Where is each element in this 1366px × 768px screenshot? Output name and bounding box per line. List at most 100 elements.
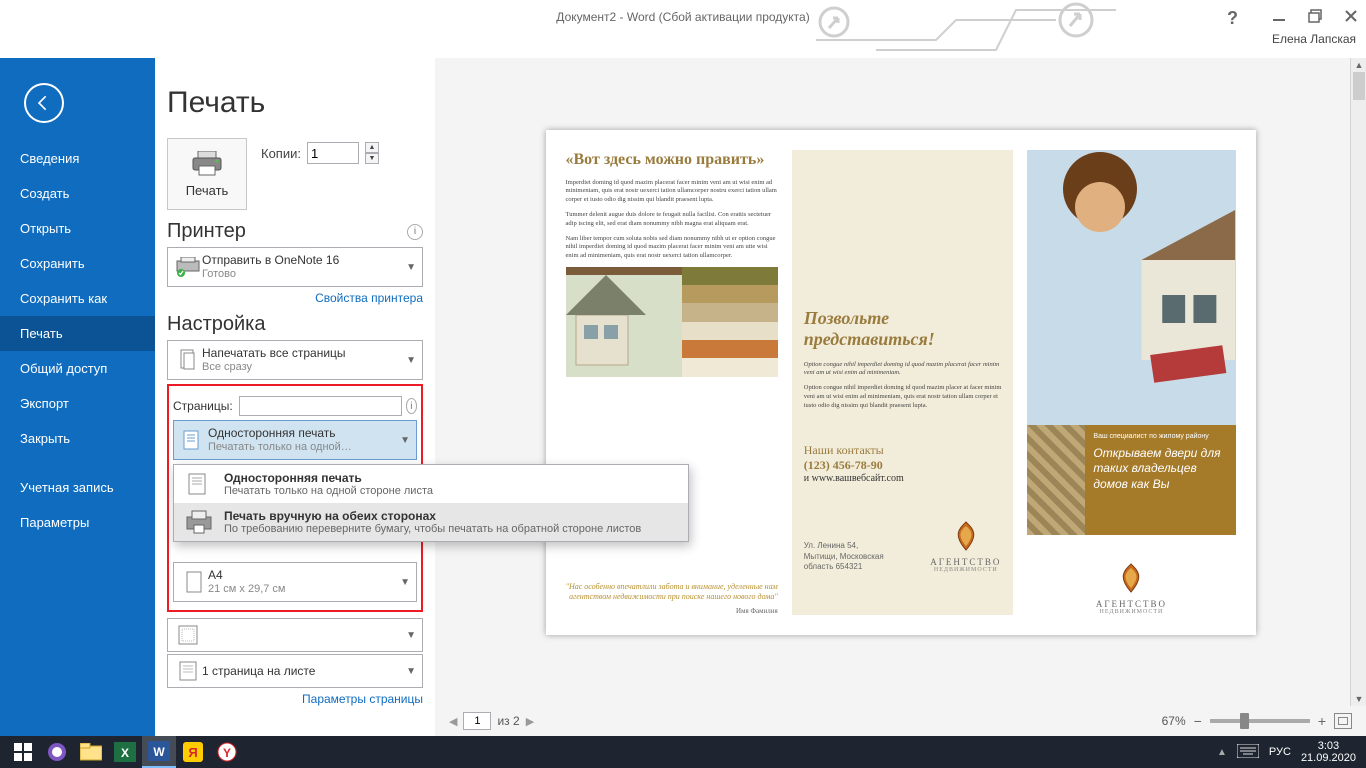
chevron-down-icon: ▼ — [406, 355, 416, 366]
copies-label: Копии: — [261, 146, 301, 161]
paper-l2: 21 см x 29,7 см — [208, 583, 396, 597]
page-number-input[interactable] — [463, 712, 491, 730]
print-scope-combo[interactable]: Напечатать все страницы Все сразу ▼ — [167, 340, 423, 380]
nav-new[interactable]: Создать — [0, 176, 155, 211]
printer-combo[interactable]: Отправить в OneNote 16 Готово ▼ — [167, 247, 423, 287]
zoom-out[interactable]: − — [1194, 713, 1202, 729]
svg-text:Y: Y — [223, 746, 231, 760]
title-bar: Документ2 - Word (Сбой активации продукт… — [0, 0, 1366, 58]
page-of-label: из 2 — [497, 714, 519, 728]
zoom-to-page[interactable] — [1334, 713, 1352, 729]
file-explorer-icon[interactable] — [74, 739, 108, 765]
nav-close[interactable]: Закрыть — [0, 421, 155, 456]
sides-l2: Печатать только на одной… — [208, 441, 396, 455]
yandex-icon[interactable]: Я — [176, 739, 210, 765]
manual-duplex-icon — [182, 509, 216, 535]
brand-lg: Открываем двери для таких владельцев дом… — [1093, 446, 1227, 493]
zoom-in[interactable]: + — [1318, 713, 1326, 729]
nav-save-as[interactable]: Сохранить как — [0, 281, 155, 316]
keyboard-icon[interactable] — [1237, 744, 1259, 761]
scroll-thumb[interactable] — [1353, 72, 1365, 100]
settings-section: Настройка — [167, 313, 265, 336]
opt2-l1: Печать вручную на обеих сторонах — [224, 509, 641, 523]
excel-icon[interactable]: X — [108, 739, 142, 765]
dropdown-option-single[interactable]: Односторонняя печать Печатать только на … — [174, 465, 688, 503]
printer-status: Готово — [202, 268, 402, 282]
pages-input[interactable] — [239, 396, 402, 416]
prev-page[interactable]: ◀ — [449, 715, 457, 728]
zoom-slider[interactable] — [1210, 719, 1310, 723]
chevron-down-icon: ▼ — [406, 262, 416, 273]
scroll-up[interactable]: ▲ — [1351, 58, 1366, 72]
start-button[interactable] — [6, 739, 40, 765]
opt2-l2: По требованию переверните бумагу, чтобы … — [224, 523, 641, 535]
phone: (123) 456-78-90 — [804, 458, 1002, 473]
nav-info[interactable]: Сведения — [0, 141, 155, 176]
copies-up[interactable]: ▲ — [365, 142, 379, 153]
opt1-l2: Печатать только на одной стороне листа — [224, 485, 433, 497]
margins-combo[interactable]: ▼ — [167, 618, 423, 652]
doc-heading-2: Позвольте представиться! — [804, 308, 1002, 351]
scroll-down[interactable]: ▼ — [1351, 692, 1366, 706]
close-button[interactable] — [1344, 9, 1358, 28]
doc-para: Nam liber tempor cum soluta nobis sed di… — [566, 235, 778, 261]
contacts-heading: Наши контакты — [804, 443, 1002, 458]
page-title: Печать — [167, 86, 423, 120]
printer-properties-link[interactable]: Свойства принтера — [167, 291, 423, 305]
persheet-label: 1 страница на листе — [202, 664, 402, 679]
minimize-button[interactable] — [1272, 9, 1286, 28]
ime-indicator[interactable]: РУС — [1269, 746, 1291, 758]
pages-info-icon[interactable]: i — [406, 398, 417, 414]
nav-share[interactable]: Общий доступ — [0, 351, 155, 386]
copies-input[interactable] — [307, 142, 359, 164]
vertical-scrollbar[interactable]: ▲ ▼ — [1350, 58, 1366, 706]
paper-size-combo[interactable]: A4 21 см x 29,7 см ▼ — [173, 562, 417, 602]
document-preview: «Вот здесь можно править» Imperdiet domi… — [546, 130, 1256, 635]
help-icon[interactable]: ? — [1227, 8, 1238, 29]
dropdown-option-manual-duplex[interactable]: Печать вручную на обеих сторонах По треб… — [174, 503, 688, 541]
pages-per-sheet-combo[interactable]: 1 страница на листе ▼ — [167, 654, 423, 688]
search-button[interactable] — [40, 739, 74, 765]
nav-save[interactable]: Сохранить — [0, 246, 155, 281]
margins-icon — [174, 624, 202, 646]
nav-open[interactable]: Открыть — [0, 211, 155, 246]
tray-chevron-icon[interactable]: ▲ — [1217, 747, 1227, 758]
agency-l1: АГЕНТСТВО — [930, 557, 1001, 567]
svg-text:W: W — [153, 745, 165, 759]
agency-l2: НЕДВИЖИМОСТИ — [930, 567, 1001, 573]
sides-combo[interactable]: Односторонняя печать Печатать только на … — [173, 420, 417, 460]
printer-info-icon[interactable]: i — [407, 224, 423, 240]
nav-print[interactable]: Печать — [0, 316, 155, 351]
word-icon[interactable]: W — [142, 736, 176, 768]
printer-icon — [191, 151, 223, 177]
backstage-nav: Сведения Создать Открыть Сохранить Сохра… — [0, 58, 155, 736]
portrait-image — [1027, 150, 1235, 425]
addr-3: область 654321 — [804, 562, 920, 572]
print-button[interactable]: Печать — [167, 138, 247, 210]
chevron-down-icon: ▼ — [406, 630, 416, 641]
user-name[interactable]: Елена Лапская — [1272, 32, 1356, 46]
nav-options[interactable]: Параметры — [0, 505, 155, 540]
brand-sm: Ваш специалист по жилому району — [1093, 433, 1227, 440]
addr-1: Ул. Ленина 54, — [804, 541, 920, 551]
pages-label: Страницы: — [173, 399, 233, 413]
zoom-label: 67% — [1162, 714, 1186, 728]
page-setup-link[interactable]: Параметры страницы — [167, 692, 423, 706]
paper-l1: A4 — [208, 568, 396, 583]
doc-quote: "Нас особенно впечатлили забота и вниман… — [566, 582, 778, 603]
agency-l2: НЕДВИЖИМОСТИ — [1096, 609, 1167, 615]
restore-button[interactable] — [1308, 9, 1322, 28]
scope-l2: Все сразу — [202, 361, 402, 375]
copies-down[interactable]: ▼ — [365, 153, 379, 164]
doc-para: Imperdiet doming id quod mazim placerat … — [566, 179, 778, 205]
back-button[interactable] — [24, 83, 64, 123]
paper-icon — [180, 570, 208, 594]
nav-account[interactable]: Учетная запись — [0, 470, 155, 505]
yandex-browser-icon[interactable]: Y — [210, 739, 244, 765]
addr-2: Мытищи, Московская — [804, 552, 920, 562]
tray-clock[interactable]: 3:03 21.09.2020 — [1301, 740, 1356, 764]
agency-l1: АГЕНТСТВО — [1096, 599, 1167, 609]
printer-name: Отправить в OneNote 16 — [202, 253, 402, 268]
nav-export[interactable]: Экспорт — [0, 386, 155, 421]
next-page[interactable]: ▶ — [526, 715, 534, 728]
